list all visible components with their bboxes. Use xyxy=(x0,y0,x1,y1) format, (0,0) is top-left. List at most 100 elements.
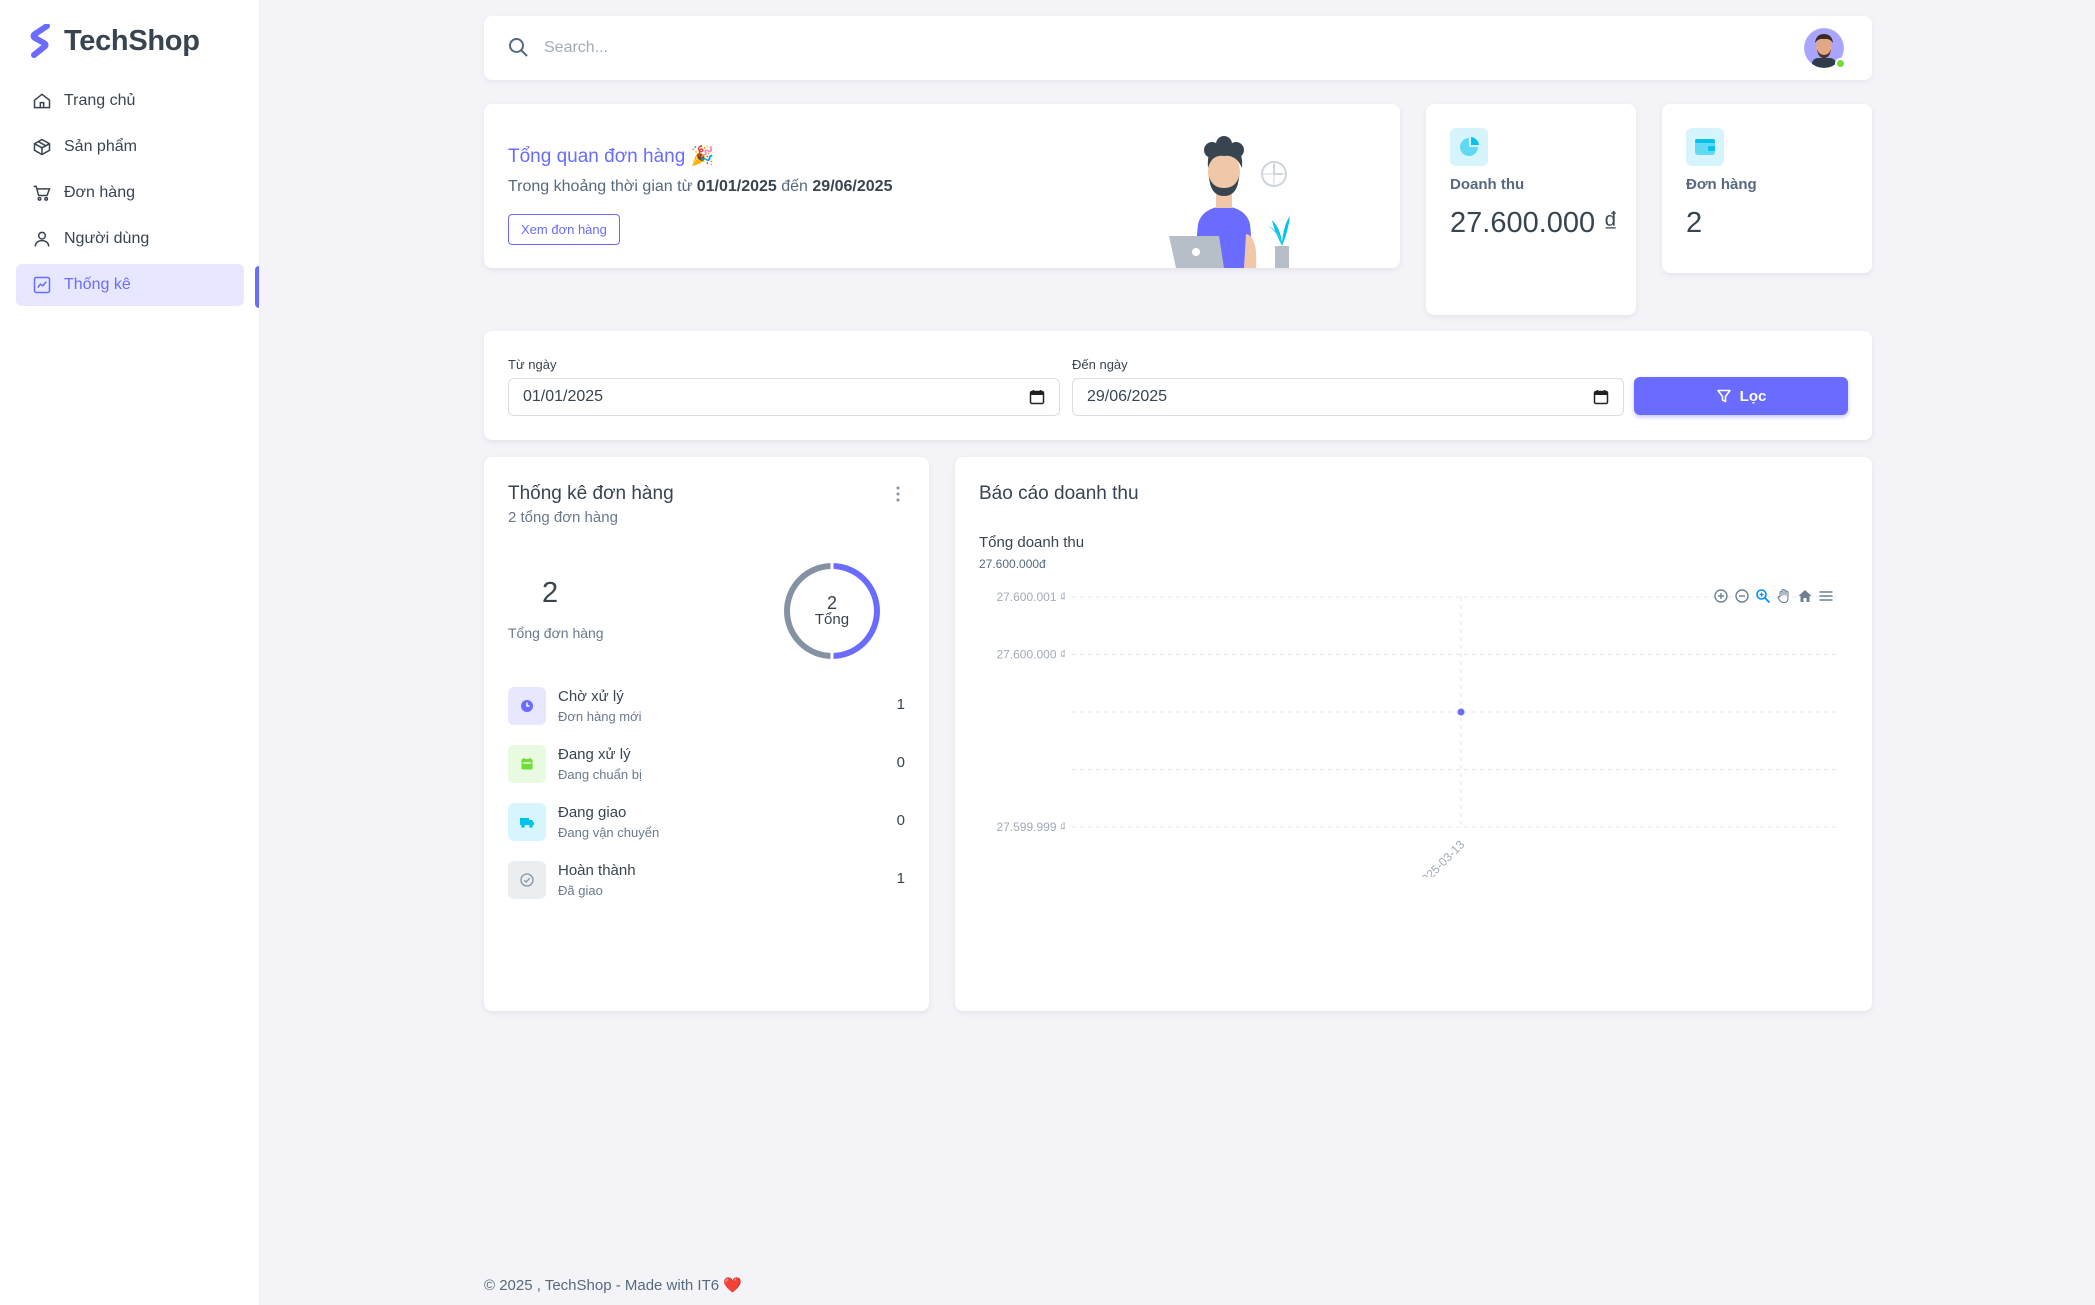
sidebar-menu: Trang chủ Sản phẩm Đơn hàng Người dùng T… xyxy=(16,80,244,310)
overview-title: Tổng quan đơn hàng 🎉 xyxy=(508,146,715,167)
calendar-icon[interactable] xyxy=(1029,389,1045,405)
revenue-value: 27.600.000 ₫ xyxy=(1450,207,1619,239)
brand[interactable]: TechShop xyxy=(30,24,200,58)
brand-name: TechShop xyxy=(64,24,200,57)
revenue-report-card: Báo cáo doanh thu Tổng doanh thu 27.600.… xyxy=(955,457,1872,1011)
overview-from-date: 01/01/2025 xyxy=(696,178,777,195)
status-desc: Đang vận chuyển xyxy=(558,825,660,840)
orders-value: 2 xyxy=(1686,207,1703,239)
search-icon xyxy=(509,38,528,57)
zoom-out-icon[interactable] xyxy=(1734,588,1750,604)
truck-icon xyxy=(508,803,546,841)
clock-icon xyxy=(508,687,546,725)
y-tick-label: 27.600.001 ₫ xyxy=(996,590,1066,604)
list-item: Đang xử lý Đang chuẩn bị 0 xyxy=(508,735,905,793)
total-revenue-value: 27.600.000đ xyxy=(979,557,1046,571)
home-icon xyxy=(33,93,51,109)
order-stats-title: Thống kê đơn hàng xyxy=(508,483,674,504)
status-name: Chờ xử lý xyxy=(558,688,624,705)
order-overview-card: Tổng quan đơn hàng 🎉 Trong khoảng thời g… xyxy=(484,104,1400,268)
sidebar-item-label: Thống kê xyxy=(64,276,131,293)
sidebar-item-users[interactable]: Người dùng xyxy=(16,218,244,260)
revenue-label: Doanh thu xyxy=(1450,176,1525,193)
revenue-report-title: Báo cáo doanh thu xyxy=(979,483,1139,504)
order-statistics-card: Thống kê đơn hàng 2 tổng đơn hàng 2 Tổng… xyxy=(484,457,929,1011)
sidebar-item-home[interactable]: Trang chủ xyxy=(16,80,244,122)
chart-icon xyxy=(33,276,51,294)
reset-home-icon[interactable] xyxy=(1797,588,1813,604)
revenue-line-chart: 27.600.001 ₫ 27.600.000 ₫ 27.599.999 ₫ 2025… xyxy=(996,590,1840,877)
check-circle-icon xyxy=(508,861,546,899)
more-vertical-icon[interactable] xyxy=(895,485,901,503)
status-desc: Đơn hàng mới xyxy=(558,709,642,724)
overview-sub-mid: đến xyxy=(776,178,813,195)
view-orders-button[interactable]: Xem đơn hàng xyxy=(508,214,620,245)
from-date-input[interactable]: 01/01/2025 xyxy=(508,378,1060,416)
status-name: Đang xử lý xyxy=(558,746,631,763)
to-date-input[interactable]: 29/06/2025 xyxy=(1072,378,1624,416)
pan-hand-icon[interactable] xyxy=(1776,588,1792,604)
total-orders-number: 2 xyxy=(542,577,559,609)
user-icon xyxy=(34,231,50,247)
chart-menu-icon[interactable] xyxy=(1818,588,1834,604)
man-with-laptop-illustration xyxy=(1169,136,1290,268)
footer-text: © 2025 , TechShop - Made with IT6 ❤️ xyxy=(484,1277,742,1294)
active-indicator xyxy=(255,266,259,308)
status-count: 0 xyxy=(896,812,905,829)
top-search-bar xyxy=(484,16,1872,80)
y-tick-label: 27.599.999 ₫ xyxy=(996,820,1066,834)
overview-to-date: 29/06/2025 xyxy=(812,178,893,195)
donut-center-label: Tổng xyxy=(814,611,850,628)
x-tick-label: 2025-03-13 xyxy=(1414,837,1468,877)
status-count: 0 xyxy=(896,754,905,771)
list-item: Chờ xử lý Đơn hàng mới 1 xyxy=(508,677,905,735)
status-name: Đang giao xyxy=(558,804,627,821)
sidebar-item-orders[interactable]: Đơn hàng xyxy=(16,172,244,214)
y-tick-label: 27.600.000 ₫ xyxy=(996,648,1066,662)
filter-button[interactable]: Lọc xyxy=(1634,377,1848,415)
orders-label: Đơn hàng xyxy=(1686,176,1757,193)
from-date-label: Từ ngày xyxy=(508,357,557,372)
status-desc: Đã giao xyxy=(558,883,603,898)
sidebar-item-products[interactable]: Sản phẩm xyxy=(16,126,244,168)
sidebar-item-label: Đơn hàng xyxy=(64,184,135,201)
total-orders-label: Tổng đơn hàng xyxy=(508,625,604,641)
brand-logo-icon xyxy=(30,24,50,58)
orders-stat-card: Đơn hàng 2 xyxy=(1662,104,1872,273)
date-filter-card: Từ ngày 01/01/2025 Đến ngày 29/06/2025 L… xyxy=(484,331,1872,440)
to-date-label: Đến ngày xyxy=(1072,357,1128,372)
order-status-list: Chờ xử lý Đơn hàng mới 1 Đang xử lý Đang c… xyxy=(508,677,905,909)
list-item: Đang giao Đang vận chuyển 0 xyxy=(508,793,905,851)
overview-subtitle: Trong khoảng thời gian từ 01/01/2025 đến… xyxy=(508,178,892,196)
to-date-value: 29/06/2025 xyxy=(1087,388,1168,405)
pie-chart-icon xyxy=(1450,128,1488,166)
box-icon xyxy=(33,138,51,156)
overview-sub-prefix: Trong khoảng thời gian từ xyxy=(508,178,697,195)
chart-toolbar xyxy=(1713,588,1834,604)
status-count: 1 xyxy=(896,870,905,887)
sidebar-item-label: Người dùng xyxy=(64,230,150,247)
status-desc: Đang chuẩn bị xyxy=(558,767,642,782)
list-item: Hoàn thành Đã giao 1 xyxy=(508,851,905,909)
status-count: 1 xyxy=(896,696,905,713)
filter-button-label: Lọc xyxy=(1739,387,1767,405)
total-revenue-label: Tổng doanh thu xyxy=(979,534,1085,551)
cart-icon xyxy=(33,185,51,201)
revenue-stat-card: Doanh thu 27.600.000 ₫ xyxy=(1426,104,1636,315)
filter-icon xyxy=(1716,389,1731,403)
sidebar: TechShop Trang chủ Sản phẩm Đơn hàng Ngư… xyxy=(0,0,260,1305)
order-stats-subtitle: 2 tổng đơn hàng xyxy=(508,509,618,526)
wallet-icon xyxy=(1686,128,1724,166)
search-input[interactable] xyxy=(544,32,1744,64)
status-name: Hoàn thành xyxy=(558,862,636,879)
online-status-dot xyxy=(1835,58,1846,69)
selection-zoom-icon[interactable] xyxy=(1755,588,1771,604)
from-date-value: 01/01/2025 xyxy=(523,388,604,405)
data-point xyxy=(1457,708,1465,716)
calendar-icon xyxy=(508,745,546,783)
sidebar-item-statistics[interactable]: Thống kê xyxy=(16,264,244,306)
sidebar-item-label: Trang chủ xyxy=(64,92,136,109)
zoom-in-icon[interactable] xyxy=(1713,588,1729,604)
calendar-icon[interactable] xyxy=(1593,389,1609,405)
sidebar-item-label: Sản phẩm xyxy=(64,138,137,155)
